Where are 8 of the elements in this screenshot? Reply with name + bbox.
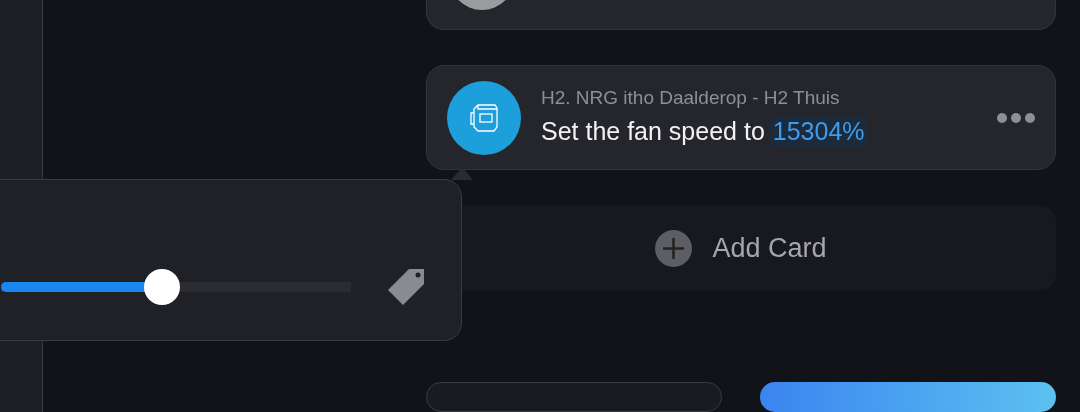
device-name: H2. NRG itho Daalderop - H2 Thuis bbox=[541, 87, 841, 110]
action-button[interactable] bbox=[760, 382, 1056, 412]
more-icon[interactable] bbox=[997, 112, 1035, 123]
action-text: Set the fan speed to bbox=[541, 117, 765, 147]
fan-speed-value[interactable]: 15304% bbox=[769, 115, 868, 149]
plus-icon bbox=[655, 229, 693, 267]
slider-thumb[interactable] bbox=[144, 269, 180, 305]
tag-icon[interactable] bbox=[387, 268, 425, 306]
